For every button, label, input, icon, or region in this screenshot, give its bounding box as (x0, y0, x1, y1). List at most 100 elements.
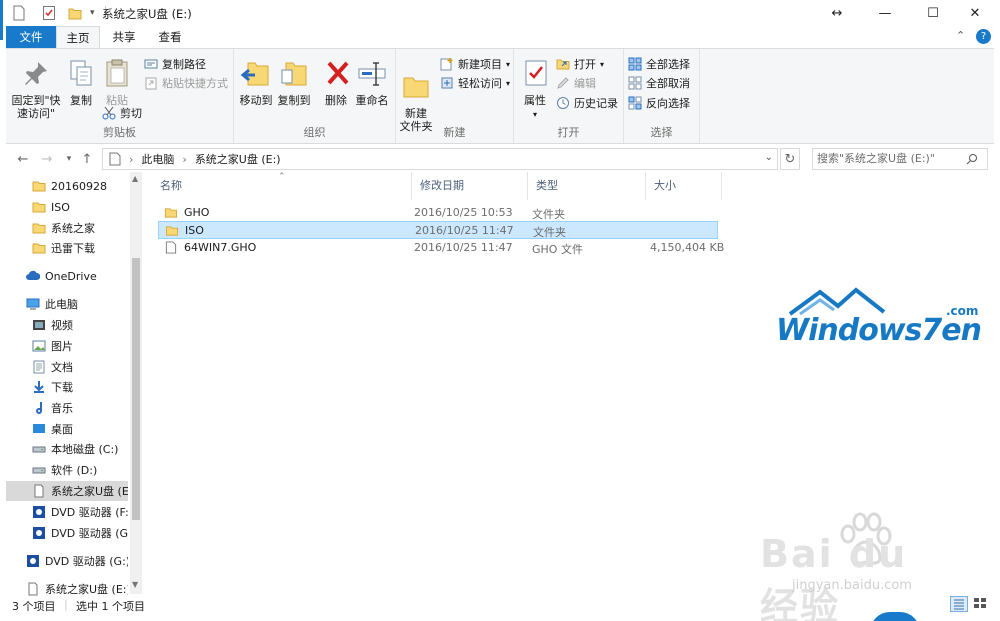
close-button[interactable]: ✕ (952, 0, 998, 26)
column-size[interactable]: 大小 (646, 172, 722, 200)
select-none-label: 全部取消 (646, 77, 690, 90)
large-icons-view-button[interactable] (972, 596, 990, 612)
recent-locations-button[interactable]: ▾ (60, 150, 78, 168)
open-icon (556, 59, 570, 70)
refresh-button[interactable]: ↻ (780, 148, 800, 170)
copy-button[interactable]: 复制 (64, 57, 98, 107)
chevron-down-icon[interactable]: ▾ (90, 8, 95, 18)
select-none-button[interactable]: 全部取消 (628, 75, 690, 91)
new-folder-icon[interactable] (68, 5, 82, 21)
nav-item[interactable]: 此电脑 (6, 294, 128, 314)
easy-access-button[interactable]: 轻松访问 ▾ (440, 75, 510, 91)
file-row[interactable]: 64WIN7.GHO 2016/10/25 11:47 GHO 文件 4,150,40… (158, 239, 724, 257)
open-button[interactable]: 打开 ▾ (556, 56, 604, 72)
nav-item[interactable]: 软件 (D:) (6, 460, 128, 480)
folder-icon (164, 208, 178, 218)
nav-item[interactable]: DVD 驱动器 (F:) (6, 502, 128, 522)
tab-home[interactable]: 主页 (56, 26, 100, 48)
cut-button[interactable]: 剪切 (102, 105, 142, 121)
nav-item[interactable]: 文档 (6, 357, 128, 377)
nav-item-label: 本地磁盘 (C:) (51, 443, 119, 456)
history-button[interactable]: 历史记录 (556, 95, 618, 111)
tab-view[interactable]: 查看 (148, 26, 192, 48)
file-row[interactable]: ISO 2016/10/25 11:47 文件夹 (158, 221, 718, 239)
navigation-bar: ← → ▾ ↑ › 此电脑 › 系统之家U盘 (E:) ⌄ ↻ 搜索"系统之家U… (6, 148, 994, 170)
tab-file[interactable]: 文件 (6, 26, 56, 48)
properties-check-icon[interactable] (42, 5, 56, 21)
drive-icon (109, 152, 121, 166)
nav-item[interactable]: 本地磁盘 (C:) (6, 439, 128, 459)
properties-icon (525, 60, 547, 86)
column-name[interactable]: 名称 (152, 172, 412, 200)
select-all-label: 全部选择 (646, 58, 690, 71)
history-icon (557, 97, 569, 109)
nav-item[interactable]: 下载 (6, 377, 128, 397)
nav-item-label: DVD 驱动器 (G:) (45, 555, 128, 568)
up-button[interactable]: ↑ (78, 150, 96, 168)
nav-item[interactable]: DVD 驱动器 (G:) (6, 523, 128, 543)
scroll-down-icon[interactable]: ▼ (132, 580, 138, 589)
file-icon (165, 241, 177, 254)
folder-icon (32, 202, 46, 213)
move-to-button[interactable]: 移动到 (238, 57, 274, 107)
scroll-up-icon[interactable]: ▲ (132, 174, 138, 183)
video-icon (33, 320, 45, 330)
edit-label: 编辑 (574, 77, 596, 90)
search-icon[interactable] (966, 153, 978, 165)
nav-item[interactable]: OneDrive (6, 266, 128, 286)
paste-shortcut-button[interactable]: 粘贴快捷方式 (144, 75, 228, 91)
back-button[interactable]: ← (14, 150, 32, 168)
drive-icon (32, 446, 46, 453)
rename-button[interactable]: 重命名 (352, 57, 392, 107)
nav-item[interactable]: 桌面 (6, 419, 128, 439)
clipboard-group-label: 剪贴板 (103, 126, 136, 139)
new-item-button[interactable]: 新建项目 ▾ (440, 56, 510, 72)
nav-item[interactable]: 图片 (6, 336, 128, 356)
nav-item[interactable]: 视频 (6, 315, 128, 335)
nav-item[interactable]: 系统之家U盘 (E:) (6, 481, 128, 501)
copy-path-button[interactable]: 复制路径 (144, 56, 206, 72)
copy-to-button[interactable]: 复制到 (276, 57, 312, 107)
logo-suffix: .com (946, 304, 979, 318)
column-modified[interactable]: 修改日期 (412, 172, 528, 200)
nav-item[interactable]: ISO (6, 197, 128, 217)
select-all-button[interactable]: 全部选择 (628, 56, 690, 72)
breadcrumb-drive[interactable]: 系统之家U盘 (E:) (195, 151, 281, 167)
tab-share[interactable]: 共享 (102, 26, 146, 48)
nav-item[interactable]: DVD 驱动器 (G:) (6, 551, 128, 571)
properties-button[interactable]: 属性 ▾ (520, 57, 550, 121)
address-bar[interactable]: › 此电脑 › 系统之家U盘 (E:) ⌄ (102, 148, 778, 170)
address-dropdown-button[interactable]: ⌄ (765, 152, 773, 163)
edit-button[interactable]: 编辑 (556, 75, 596, 91)
file-row[interactable]: GHO 2016/10/25 10:53 文件夹 (158, 204, 718, 222)
minimize-button[interactable]: — (862, 0, 908, 26)
breadcrumb-separator: › (182, 152, 187, 166)
maximize-button[interactable]: ☐ (910, 0, 956, 26)
delete-button[interactable]: 删除 (322, 57, 350, 107)
help-button[interactable]: ? (976, 29, 991, 44)
forward-button[interactable]: → (38, 150, 56, 168)
breadcrumb-separator: › (129, 152, 134, 166)
nav-item[interactable]: 20160928 (6, 176, 128, 196)
nav-item[interactable]: 音乐 (6, 398, 128, 418)
breadcrumb-this-pc[interactable]: 此电脑 (141, 151, 174, 167)
file-name: ISO (185, 224, 204, 237)
logo-text: Windows7en (776, 313, 982, 348)
nav-item[interactable]: 迅雷下载 (6, 238, 128, 258)
history-label: 历史记录 (574, 97, 618, 110)
paste-button[interactable]: 粘贴 (100, 57, 134, 107)
blank-document-icon[interactable] (12, 5, 26, 21)
chevron-down-icon: ▾ (506, 78, 511, 88)
delete-icon (327, 61, 349, 85)
column-type[interactable]: 类型 (528, 172, 646, 200)
pin-quick-access-button[interactable]: 固定到"快速访问" (10, 57, 62, 120)
invert-selection-icon (628, 96, 642, 110)
new-group: 新建 文件夹 新建项目 ▾ 轻松访问 ▾ 新建 (396, 49, 514, 143)
search-input[interactable]: 搜索"系统之家U盘 (E:)" (812, 148, 988, 170)
ribbon-expand-button[interactable]: ⌃ (956, 29, 965, 42)
nav-item[interactable]: 系统之家 (6, 218, 128, 238)
properties-label: 属性 (524, 94, 546, 107)
nav-item-label: 视频 (51, 319, 73, 332)
invert-selection-button[interactable]: 反向选择 (628, 95, 690, 111)
nav-scrollbar-thumb[interactable] (132, 258, 140, 520)
